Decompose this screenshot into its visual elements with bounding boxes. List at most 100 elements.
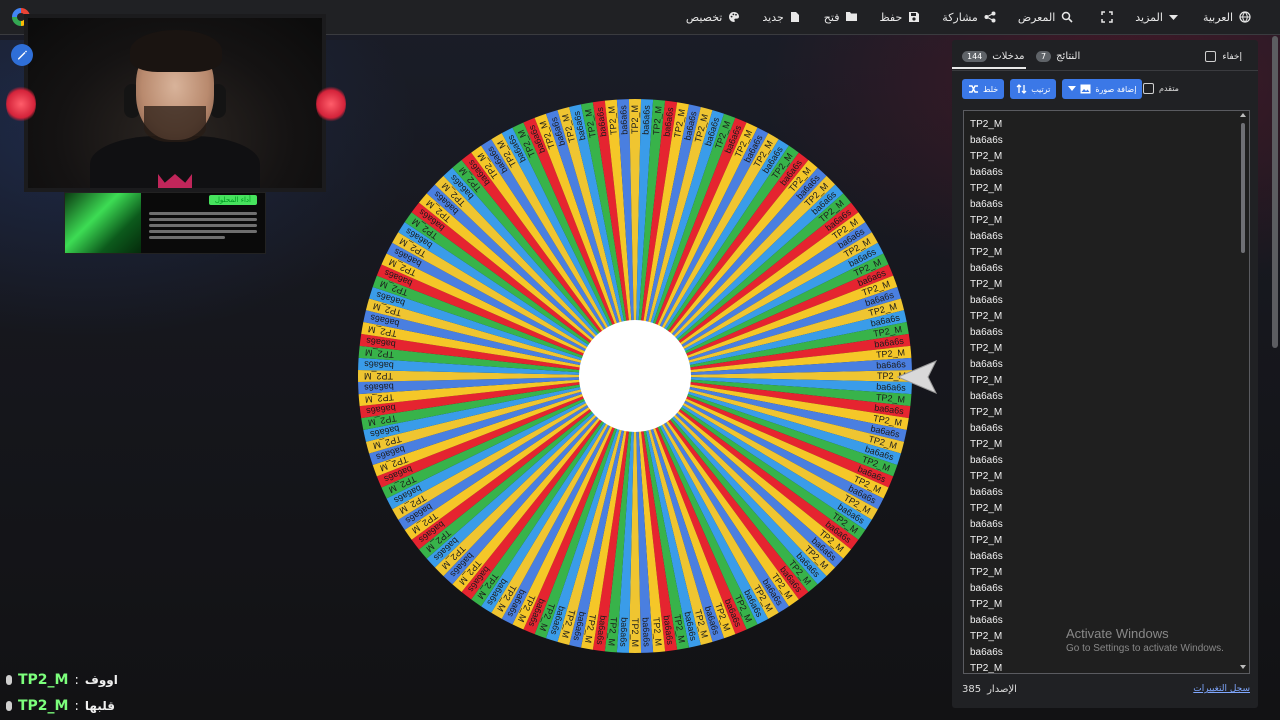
entry-line[interactable]: ba6a6s [970, 133, 1230, 149]
menu-fullscreen[interactable] [1084, 0, 1124, 34]
entry-line[interactable]: TP2_M [970, 501, 1230, 517]
menu-share-label: مشاركة [942, 10, 978, 24]
menu-customize[interactable]: تخصيص [675, 0, 752, 34]
advanced-checkbox[interactable] [1143, 83, 1154, 94]
shuffle-icon [969, 85, 978, 93]
entry-line[interactable]: TP2_M [970, 149, 1230, 165]
mic-icon [6, 675, 12, 685]
entry-line[interactable]: TP2_M [970, 405, 1230, 421]
add-image-label: إضافة صورة [1095, 84, 1137, 94]
add-image-button[interactable]: إضافة صورة [1062, 79, 1143, 99]
spin-wheel[interactable]: TP2_M ba6a6s TP2_M ba6a6s TP2_M ba6a6s TP2_M ba… [356, 97, 914, 655]
menu-language[interactable]: العربية [1192, 0, 1262, 34]
entry-line[interactable]: ba6a6s [970, 165, 1230, 181]
entry-line[interactable]: ba6a6s [970, 293, 1230, 309]
wheel-segment-label: TP2_M [364, 371, 393, 381]
entry-line[interactable]: ba6a6s [970, 549, 1230, 565]
entry-line[interactable]: TP2_M [970, 341, 1230, 357]
entry-line[interactable]: ba6a6s [970, 261, 1230, 277]
page-scrollbar[interactable] [1272, 36, 1278, 348]
menu-customize-label: تخصيص [685, 10, 723, 24]
flower-decoration-icon [316, 84, 346, 124]
tab-entries-count: 144 [962, 50, 988, 62]
entry-line[interactable]: ba6a6s [970, 357, 1230, 373]
entry-line[interactable]: TP2_M [970, 117, 1230, 133]
wheel-center-hub[interactable] [579, 320, 691, 432]
entry-line[interactable]: TP2_M [970, 597, 1230, 613]
menu-new-label: جديد [762, 10, 784, 24]
sort-button[interactable]: ترتيب [1010, 79, 1057, 99]
tab-results[interactable]: النتائج 7 [1036, 46, 1080, 66]
hide-toggle[interactable]: إخفاء [1205, 51, 1242, 62]
menu-save-label: حفظ [879, 10, 903, 24]
tab-results-label: النتائج [1056, 50, 1081, 62]
card-title: أداء المحلول [208, 195, 257, 205]
entry-line[interactable]: ba6a6s [970, 197, 1230, 213]
scroll-thumb[interactable] [1241, 123, 1245, 253]
menu-more[interactable]: المزيد [1124, 0, 1192, 34]
entry-line[interactable]: TP2_M [970, 245, 1230, 261]
changelog-link[interactable]: سجل التغييرات [1193, 684, 1250, 694]
entries-toolbar: خلط ترتيب إضافة صورة [962, 79, 1143, 99]
palette-icon [728, 11, 740, 23]
wheel-segment-label: TP2_M [630, 105, 640, 134]
hide-checkbox[interactable] [1205, 51, 1217, 62]
menu-new[interactable]: جديد [751, 0, 812, 34]
folder-icon [845, 11, 858, 23]
webcam-person-hair [130, 30, 222, 72]
menu-share[interactable]: مشاركة [931, 0, 1007, 34]
entry-line[interactable]: ba6a6s [970, 517, 1230, 533]
menu-language-label: العربية [1202, 10, 1233, 24]
wheel-segment-label: ba6a6s [364, 359, 394, 370]
tab-entries-label: مدخلات [992, 50, 1025, 62]
entries-scrollbar[interactable] [1239, 113, 1247, 669]
entry-line[interactable]: TP2_M [970, 213, 1230, 229]
menu-save[interactable]: حفظ [868, 0, 931, 34]
tab-results-count: 7 [1036, 50, 1052, 62]
overlay-separator: : [74, 672, 79, 688]
webcam-overlay [24, 14, 326, 192]
entry-line[interactable]: TP2_M [970, 661, 1230, 673]
advanced-label: متقدم [1159, 84, 1179, 93]
scroll-up-arrow-icon[interactable] [1240, 113, 1246, 117]
flower-decoration-icon [6, 84, 36, 124]
tab-entries[interactable]: مدخلات 144 [962, 46, 1024, 66]
globe-icon [1239, 11, 1251, 23]
entry-line[interactable]: TP2_M [970, 437, 1230, 453]
entry-line[interactable]: ba6a6s [970, 389, 1230, 405]
entry-line[interactable]: TP2_M [970, 469, 1230, 485]
version-number: 385 [962, 684, 982, 695]
overlay-separator: : [74, 698, 79, 714]
menu-more-label: المزيد [1135, 10, 1163, 24]
entry-line[interactable]: ba6a6s [970, 485, 1230, 501]
advanced-toggle[interactable]: متقدم [1143, 83, 1179, 94]
entry-line[interactable]: ba6a6s [970, 421, 1230, 437]
active-tab-indicator [952, 67, 1026, 69]
entry-line[interactable]: TP2_M [970, 309, 1230, 325]
version-label: الإصدار [987, 684, 1017, 695]
menu-gallery[interactable]: المعرض [1007, 0, 1084, 34]
entry-line[interactable]: TP2_M [970, 373, 1230, 389]
entry-line[interactable]: TP2_M [970, 565, 1230, 581]
menu-open[interactable]: فتح [813, 0, 869, 34]
scroll-down-arrow-icon[interactable] [1240, 665, 1246, 669]
menu-gallery-label: المعرض [1017, 10, 1056, 24]
version-info: الإصدار 385 [962, 684, 1017, 695]
entry-line[interactable]: ba6a6s [970, 453, 1230, 469]
entry-line[interactable]: ba6a6s [970, 229, 1230, 245]
entry-line[interactable]: ba6a6s [970, 581, 1230, 597]
wheel-segment-label: ba6a6s [618, 105, 629, 135]
entry-line[interactable]: TP2_M [970, 181, 1230, 197]
entry-line[interactable]: TP2_M [970, 533, 1230, 549]
hide-label: إخفاء [1222, 51, 1242, 62]
entry-line[interactable]: TP2_M [970, 277, 1230, 293]
panel-tabs: مدخلات 144 النتائج 7 إخفاء [952, 40, 1258, 71]
entries-textarea[interactable]: TP2_M ba6a6s TP2_M ba6a6s TP2_M ba6a6s TP2_M ba… [963, 110, 1250, 674]
edit-button[interactable] [11, 44, 33, 66]
entries-panel: مدخلات 144 النتائج 7 إخفاء خلط ترتيب إضا… [952, 40, 1258, 708]
entry-line[interactable]: ba6a6s [970, 325, 1230, 341]
wheel-svg[interactable]: TP2_Mba6a6sTP2_Mba6a6sTP2_Mba6a6sTP2_Mba… [356, 97, 914, 655]
overlay-username: TP2_M [18, 672, 69, 688]
shuffle-button[interactable]: خلط [962, 79, 1005, 99]
file-icon [790, 11, 802, 23]
